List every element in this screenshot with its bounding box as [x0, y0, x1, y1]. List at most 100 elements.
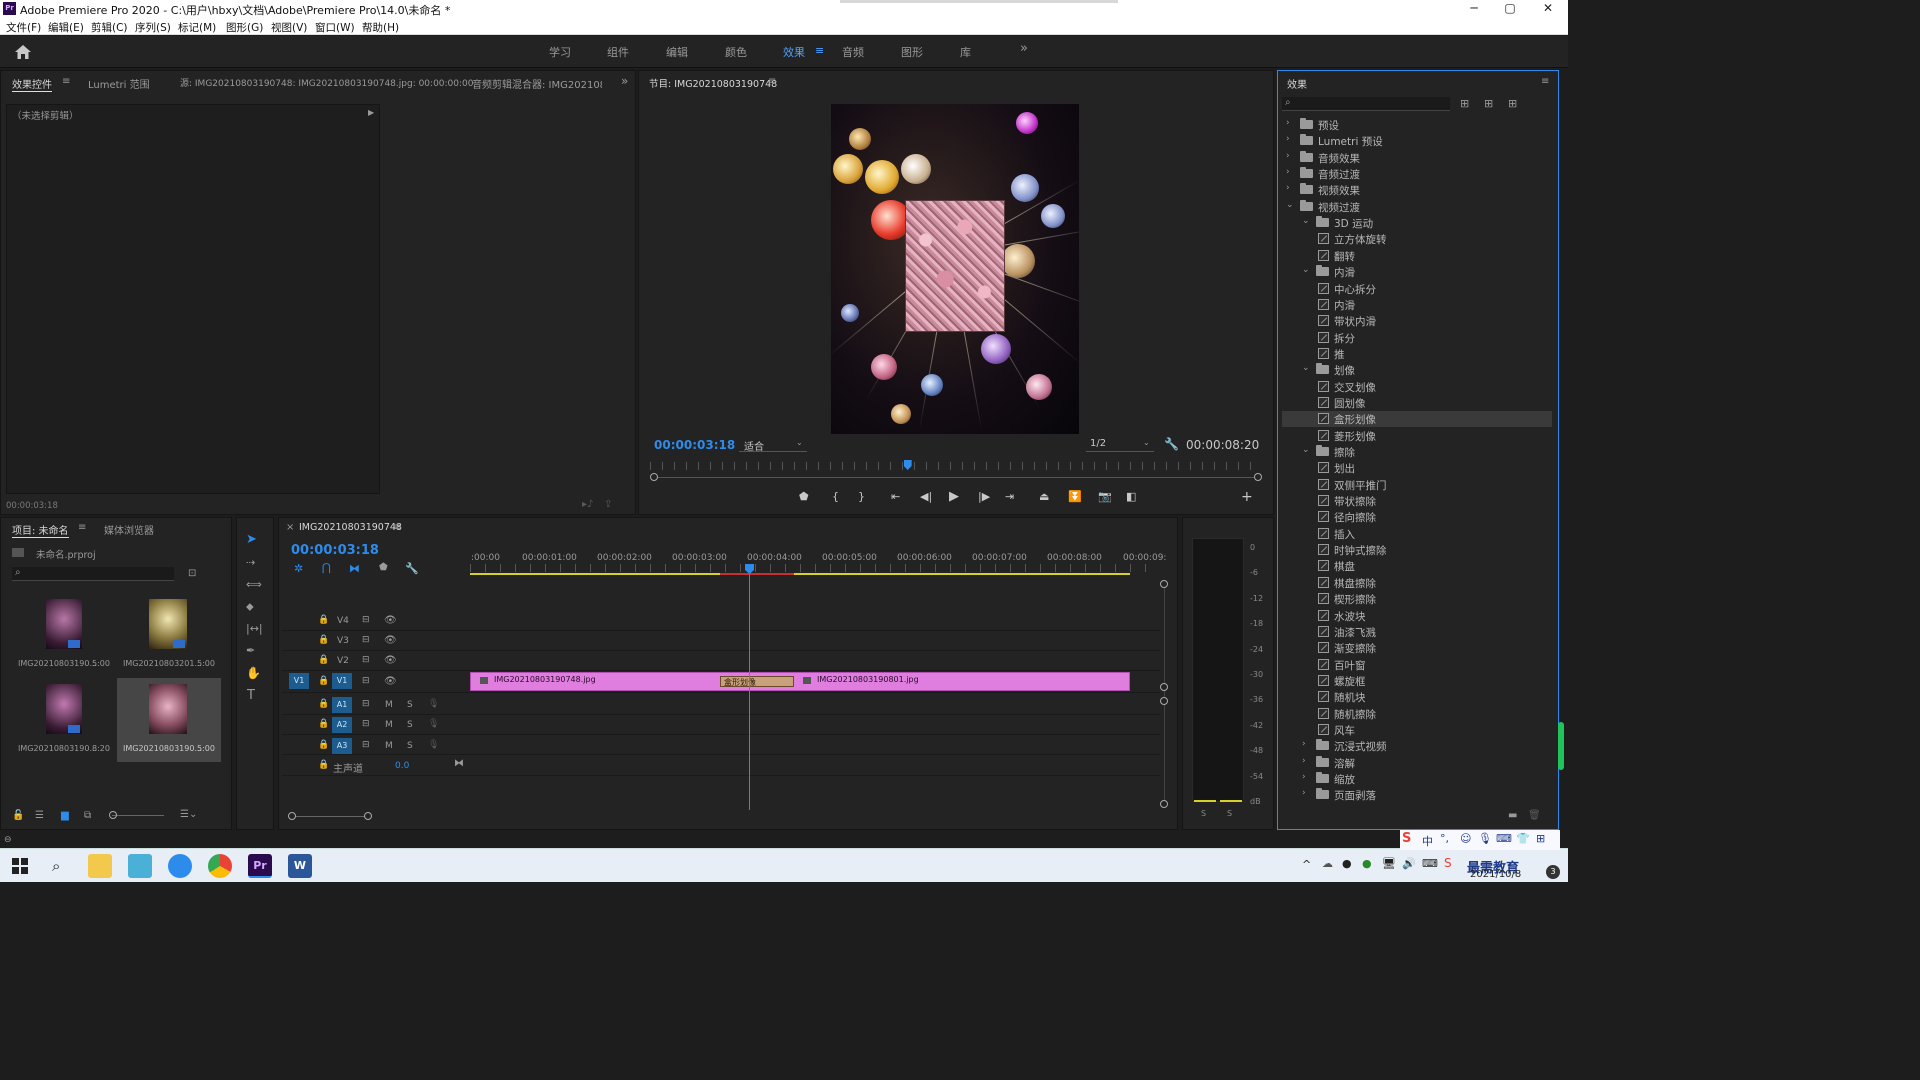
sogou-ime-icon[interactable]: S — [1444, 856, 1452, 870]
tab-media-browser[interactable]: 媒体浏览器 — [104, 522, 154, 537]
word-taskbar-icon[interactable]: W — [288, 854, 312, 878]
selection-tool-icon[interactable]: ➤ — [246, 532, 257, 547]
project-item[interactable]: IMG20210803201... 5:00 — [117, 593, 221, 677]
effects-folder[interactable]: › 音频效果 — [1282, 150, 1552, 166]
menu-marker[interactable]: 标记(M) — [178, 20, 216, 35]
master-level[interactable]: 0.0 — [395, 761, 409, 771]
ime-emoji-icon[interactable]: ☺ — [1460, 832, 1471, 845]
program-current-timecode[interactable]: 00:00:03:18 — [654, 438, 735, 452]
workspace-graphics[interactable]: 图形 — [901, 44, 923, 60]
effect-item[interactable]: 双侧平推门 — [1282, 477, 1552, 493]
source-patch-v1[interactable]: V1 — [289, 673, 309, 689]
effect-item[interactable]: 内滑 — [1282, 297, 1552, 313]
home-icon[interactable] — [14, 44, 32, 60]
timeline-playhead-line[interactable] — [749, 566, 750, 810]
effect-item[interactable]: 带状内滑 — [1282, 313, 1552, 329]
sequence-menu-icon[interactable]: ≡ — [393, 522, 401, 533]
button-editor-add-icon[interactable]: + — [1241, 489, 1253, 505]
menu-file[interactable]: 文件(F) — [6, 20, 41, 35]
workspace-editing[interactable]: 编辑 — [666, 44, 688, 60]
effects-folder[interactable]: › 沉浸式视频 — [1282, 738, 1552, 754]
effect-item[interactable]: 棋盘 — [1282, 558, 1552, 574]
add-marker-icon[interactable]: ⬟ — [379, 562, 388, 573]
add-marker-icon[interactable]: ⬟ — [799, 490, 809, 503]
workspace-effects-menu-icon[interactable]: ≡ — [815, 44, 824, 57]
step-forward-icon[interactable]: |▶ — [978, 490, 990, 503]
track-lock-icon[interactable]: 🔒 — [318, 740, 329, 750]
microphone-icon[interactable]: 🎙 — [428, 719, 439, 729]
volume-icon[interactable]: 🔊 — [1402, 857, 1416, 870]
list-view-icon[interactable]: ☰ — [35, 810, 44, 821]
track-lock-icon[interactable]: 🔒 — [318, 655, 329, 665]
windows-start-icon[interactable] — [12, 858, 28, 874]
chevron-right-icon[interactable]: › — [1286, 134, 1290, 144]
expand-arrow-icon[interactable]: ▶ — [368, 108, 374, 117]
ime-punctuation-icon[interactable]: °, — [1440, 832, 1449, 845]
effect-item[interactable]: 盒形划像 — [1282, 411, 1552, 428]
effect-item[interactable]: 油漆飞溅 — [1282, 624, 1552, 640]
menu-help[interactable]: 帮助(H) — [362, 20, 399, 35]
scroll-handle[interactable] — [1160, 800, 1168, 808]
chevron-down-icon[interactable]: ⌄ — [1302, 445, 1310, 455]
effect-item[interactable]: 径向擦除 — [1282, 509, 1552, 525]
effects-menu-icon[interactable]: ≡ — [1541, 76, 1549, 87]
sync-lock-icon[interactable]: ⊟ — [362, 676, 370, 686]
sync-lock-icon[interactable]: ⊟ — [362, 635, 370, 645]
delete-icon[interactable]: 🗑 — [1528, 810, 1541, 821]
project-item[interactable]: IMG20210803190... 8:20 — [12, 678, 116, 762]
chevron-down-icon[interactable]: ⌄ — [1302, 216, 1310, 226]
ime-skin-icon[interactable]: 👕 — [1516, 832, 1530, 845]
workspace-audio[interactable]: 音频 — [842, 44, 864, 60]
workspace-assembly[interactable]: 组件 — [607, 44, 629, 60]
new-bin-icon[interactable]: ▬ — [1508, 810, 1517, 821]
go-to-end-icon[interactable]: ⧓ — [454, 758, 464, 769]
timeline-horizontal-scrollbar[interactable] — [292, 816, 370, 817]
effects-folder[interactable]: ⌄ 内滑 — [1282, 264, 1552, 280]
timeline-timecode[interactable]: 00:00:03:18 — [291, 543, 379, 558]
menu-sequence[interactable]: 序列(S) — [135, 20, 171, 35]
icon-view-icon[interactable]: ▆ — [61, 810, 69, 821]
effects-folder[interactable]: ⌄ 视频过渡 — [1282, 199, 1552, 215]
program-mini-ruler[interactable] — [650, 462, 1260, 470]
workspace-learn[interactable]: 学习 — [549, 44, 571, 60]
play-icon[interactable]: ▶ — [949, 489, 959, 504]
menu-graphics[interactable]: 图形(G) — [226, 20, 263, 35]
mark-in-icon[interactable]: { — [832, 490, 839, 503]
go-to-in-icon[interactable]: ⇤ — [891, 490, 900, 503]
eye-icon[interactable]: 👁 — [384, 615, 397, 626]
comparison-view-icon[interactable]: ◧ — [1126, 490, 1136, 503]
project-menu-icon[interactable]: ≡ — [78, 522, 86, 533]
effect-item[interactable]: 拆分 — [1282, 330, 1552, 346]
ime-keyboard-icon[interactable]: ⌨ — [1496, 832, 1512, 845]
more-panels-icon[interactable]: » — [621, 74, 628, 88]
project-item-selected[interactable]: IMG20210803190... 5:00 — [117, 678, 221, 762]
scroll-handle[interactable] — [364, 812, 372, 820]
sync-lock-icon[interactable]: ⊟ — [362, 655, 370, 665]
chrome-icon[interactable] — [208, 854, 232, 878]
zoom-handle-left[interactable] — [650, 473, 658, 481]
effect-item[interactable]: 圆划像 — [1282, 395, 1552, 411]
ripple-edit-tool-icon[interactable]: ⟺ — [246, 578, 262, 591]
sync-lock-icon[interactable]: ⊟ — [362, 699, 370, 709]
sogou-logo-icon[interactable]: S — [1402, 831, 1411, 846]
track-lock-icon[interactable]: 🔒 — [318, 615, 329, 625]
effects-scrollbar-thumb[interactable] — [1558, 722, 1564, 770]
effects-folder[interactable]: › 音频过渡 — [1282, 166, 1552, 182]
scroll-handle[interactable] — [1160, 683, 1168, 691]
effect-item[interactable]: 风车 — [1282, 722, 1552, 738]
sort-icon[interactable]: ☰⌄ — [180, 809, 197, 820]
close-button[interactable]: ✕ — [1528, 1, 1568, 17]
effect-item[interactable]: 翻转 — [1282, 248, 1552, 264]
effects-folder[interactable]: ⌄ 擦除 — [1282, 444, 1552, 460]
meter-solo-left-button[interactable]: S — [1201, 809, 1206, 818]
scroll-handle[interactable] — [288, 812, 296, 820]
track-target-a1[interactable]: A1 — [332, 697, 352, 713]
chevron-right-icon[interactable]: › — [1286, 118, 1290, 128]
chevron-down-icon[interactable]: ⌄ — [1302, 265, 1310, 275]
browser-icon[interactable] — [168, 854, 192, 878]
effect-item[interactable]: 水波块 — [1282, 608, 1552, 624]
yuv-effects-icon[interactable]: ⊞ — [1508, 97, 1517, 110]
sync-lock-icon[interactable]: ⊟ — [362, 719, 370, 729]
effect-item[interactable]: 螺旋框 — [1282, 673, 1552, 689]
meter-solo-right-button[interactable]: S — [1227, 809, 1232, 818]
